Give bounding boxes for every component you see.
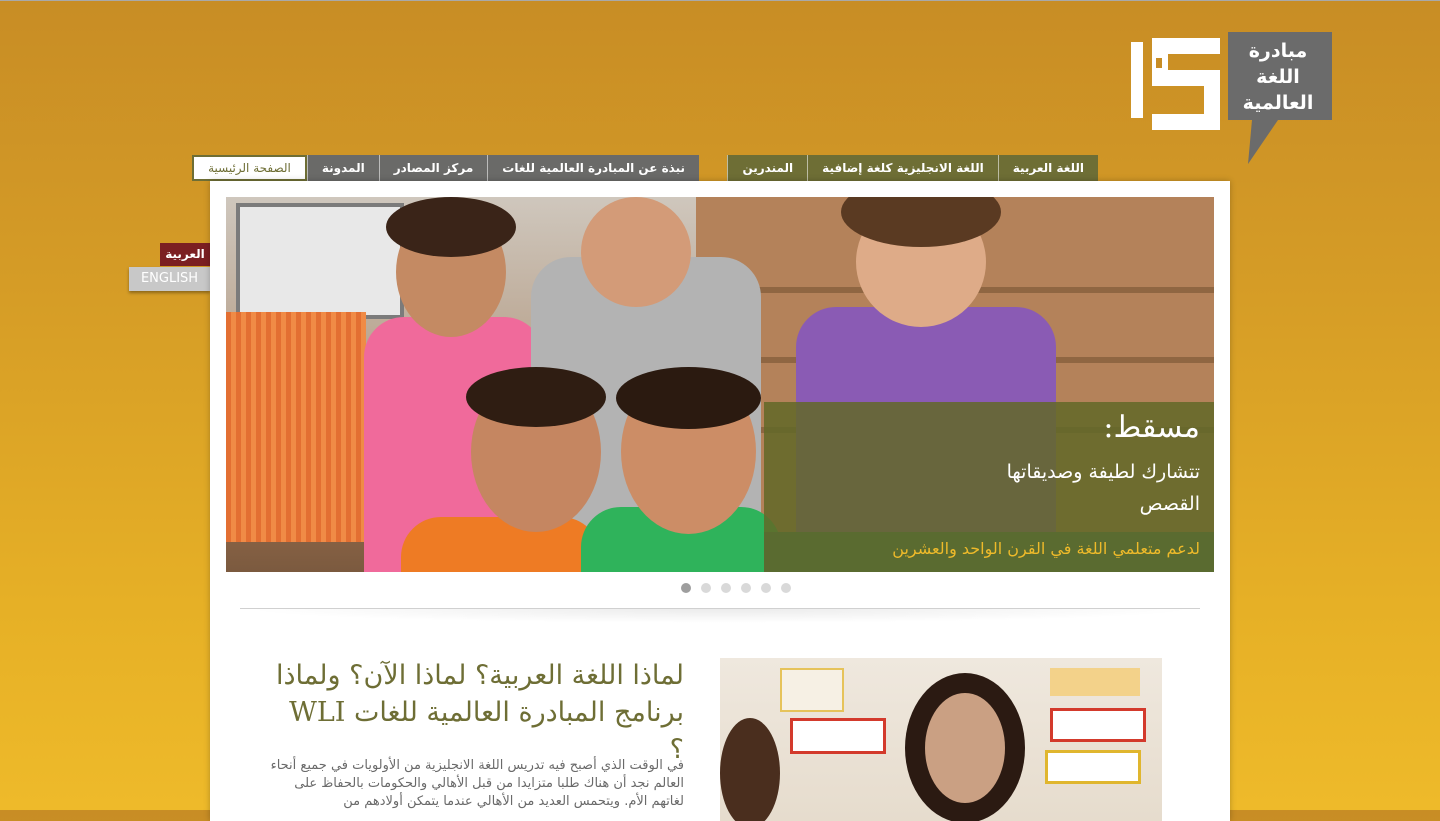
section-body: في الوقت الذي أصبح فيه تدريس اللغة الانج…: [270, 758, 684, 809]
nav-english-additional[interactable]: اللغة الانجليزية كلغة إضافية: [807, 155, 998, 181]
classroom-card: [1045, 750, 1141, 784]
logo-text: مبادرة اللغة العالمية: [1230, 38, 1326, 116]
classroom-card: [790, 718, 886, 754]
classroom-girl-face: [925, 693, 1005, 803]
nav-arabic[interactable]: اللغة العربية: [997, 155, 1098, 181]
classroom-photo: [720, 658, 1162, 821]
slider-dot-3[interactable]: [721, 583, 731, 593]
hero-tagline-bar: لدعم متعلمي اللغة في القرن الواحد والعشر…: [764, 532, 1214, 572]
hero-photo-child: [401, 517, 601, 572]
classroom-card: [1050, 668, 1140, 696]
nav-about[interactable]: نبذة عن المبادرة العالمية للغات: [487, 155, 699, 181]
hero-photo-whiteboard: [236, 203, 404, 319]
hero-slider[interactable]: مسقط: تتشارك لطيفة وصديقاتها القصص لدعم …: [226, 197, 1214, 572]
slider-dot-2[interactable]: [701, 583, 711, 593]
nav-home[interactable]: الصفحة الرئيسية: [192, 155, 307, 189]
slider-dot-6[interactable]: [781, 583, 791, 593]
hero-photo-curtain: [226, 312, 366, 542]
hero-text: تتشارك لطيفة وصديقاتها القصص: [1006, 461, 1200, 515]
lang-english-button[interactable]: ENGLISH: [129, 267, 210, 291]
hero-title: مسقط:: [1103, 410, 1200, 445]
classroom-card: [780, 668, 844, 712]
classroom-card: [1050, 708, 1146, 742]
lang-arabic-button[interactable]: العربية: [160, 243, 210, 266]
nav-blog[interactable]: المدونة: [306, 155, 379, 181]
nav-languages: اللغة العربية اللغة الانجليزية كلغة إضاف…: [719, 155, 1098, 181]
hero-photo-child-hair: [616, 367, 761, 429]
top-border: [0, 0, 1440, 1]
slider-dot-5[interactable]: [761, 583, 771, 593]
section-divider-shadow: [240, 609, 1200, 623]
slider-dot-1[interactable]: [681, 583, 691, 593]
hero-photo-child-hair: [386, 197, 516, 257]
logo-line-2: اللغة: [1256, 66, 1300, 88]
logo-line-3: العالمية: [1242, 92, 1314, 114]
nav-mandarin[interactable]: المندرين: [727, 155, 808, 181]
hero-photo-child-hair: [466, 367, 606, 427]
hero-tagline: لدعم متعلمي اللغة في القرن الواحد والعشر…: [892, 539, 1200, 558]
nav-resources[interactable]: مركز المصادر: [378, 155, 488, 181]
slider-dots: [681, 583, 791, 593]
classroom-child-left: [720, 718, 780, 821]
hero-photo-child-face: [581, 197, 691, 307]
logo-line-1: مبادرة: [1248, 40, 1308, 62]
main-panel: مسقط: تتشارك لطيفة وصديقاتها القصص لدعم …: [210, 181, 1230, 821]
section-title: لماذا اللغة العربية؟ لماذا الآن؟ ولماذا …: [275, 660, 684, 765]
nav-primary: نبذة عن المبادرة العالمية للغات مركز الم…: [192, 155, 699, 189]
slider-dot-4[interactable]: [741, 583, 751, 593]
